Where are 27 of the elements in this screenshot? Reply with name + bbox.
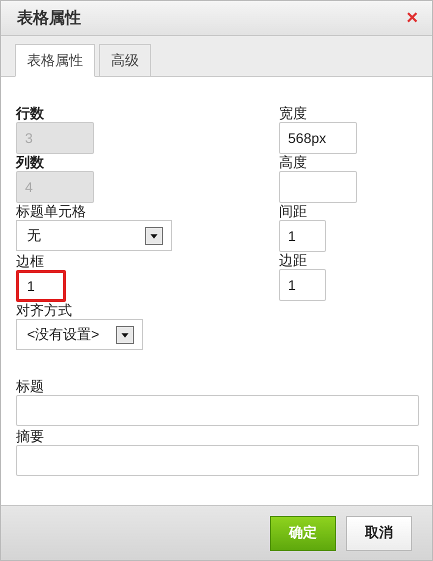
dropdown[interactable]: <没有设置> (16, 319, 143, 350)
field-label: 宽度 (279, 105, 308, 122)
field-label: 摘要 (16, 428, 45, 445)
input-field[interactable]: 568px (279, 122, 357, 154)
field-label: 高度 (279, 154, 308, 171)
field-label: 边距 (279, 252, 308, 269)
caret-icon (116, 326, 134, 344)
tab[interactable]: 表格属性 (15, 44, 95, 77)
input-field[interactable] (279, 171, 357, 203)
field-label: 列数 (16, 154, 45, 171)
input-field[interactable] (16, 395, 419, 426)
cancel-button[interactable]: 取消 (346, 516, 412, 550)
input-field[interactable]: 1 (279, 220, 326, 252)
close-button[interactable]: × (406, 8, 418, 28)
field-label: 标题单元格 (16, 203, 87, 220)
field-label: 标题 (16, 378, 45, 395)
field-label: 对齐方式 (16, 302, 73, 319)
input-field[interactable]: 1 (279, 269, 326, 301)
tab[interactable]: 高级 (99, 44, 151, 76)
input-field[interactable] (16, 445, 419, 476)
dropdown[interactable]: 无 (16, 220, 172, 251)
caret-icon (145, 226, 163, 244)
input-field[interactable]: 1 (16, 270, 66, 302)
field-label: 边框 (16, 253, 45, 270)
field-label: 行数 (16, 105, 45, 122)
window-title: 表格属性 (17, 8, 81, 28)
field-label: 间距 (279, 203, 308, 220)
